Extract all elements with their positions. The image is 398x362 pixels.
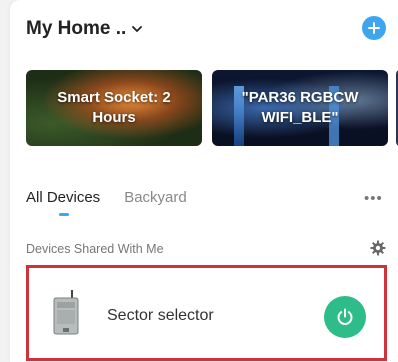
scene-card-smart-socket[interactable]: Smart Socket: 2 Hours (26, 70, 202, 146)
more-options-button[interactable]: ••• (364, 190, 383, 207)
room-tabs: All Devices Backyard (26, 189, 187, 206)
tab-all-devices[interactable]: All Devices (26, 189, 100, 206)
device-card[interactable]: Sector selector (26, 265, 387, 361)
home-title: My Home .. (26, 18, 127, 39)
gear-icon[interactable] (370, 240, 386, 256)
power-icon (337, 308, 353, 325)
power-toggle-button[interactable] (324, 296, 366, 338)
tab-backyard[interactable]: Backyard (124, 189, 187, 206)
plus-icon (368, 22, 380, 34)
chevron-down-icon (132, 26, 143, 33)
add-button[interactable] (362, 16, 386, 40)
device-name: Sector selector (107, 307, 214, 324)
scene-label: "PAR36 RGBCW WIFI_BLE" (241, 89, 359, 126)
scene-card-par36[interactable]: "PAR36 RGBCW WIFI_BLE" (212, 70, 388, 146)
section-label: Devices Shared With Me (26, 242, 164, 256)
active-tab-indicator (59, 213, 69, 216)
device-thumbnail-icon (53, 290, 79, 335)
scene-label: Smart Socket: 2 Hours (57, 89, 171, 126)
home-selector[interactable]: My Home .. (26, 18, 143, 40)
